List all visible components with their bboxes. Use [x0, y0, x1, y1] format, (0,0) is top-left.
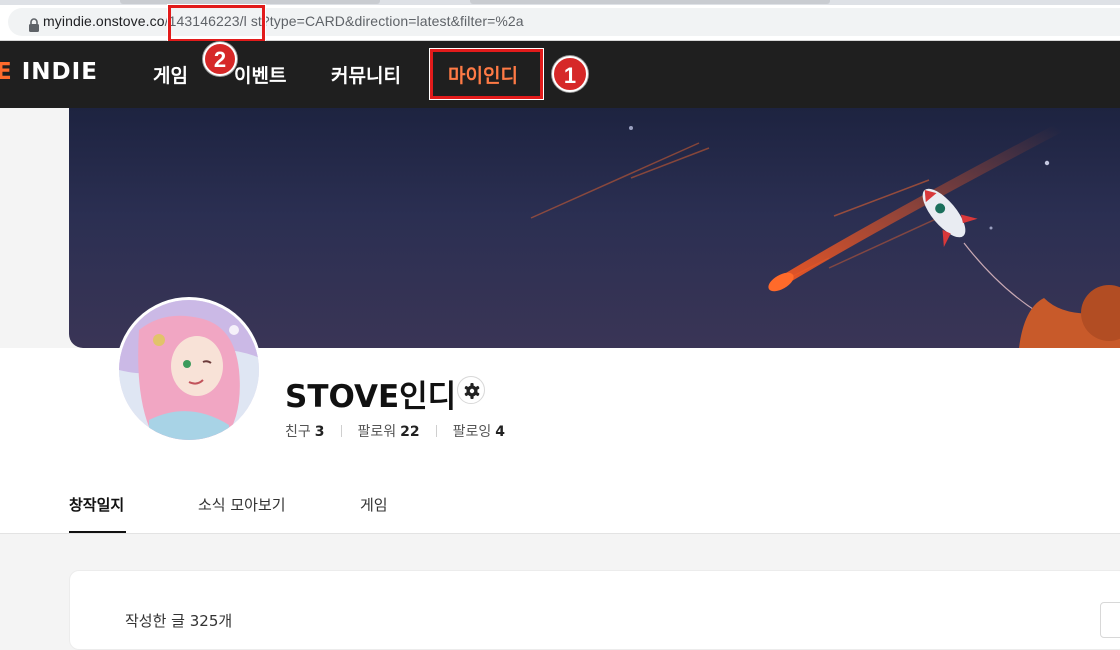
- stat-label: 팔로잉: [452, 424, 492, 440]
- divider: [435, 425, 437, 437]
- profile-stats: 친구 3 팔로워 22 팔로잉 4: [285, 421, 505, 441]
- site-logo[interactable]: E INDIE: [0, 59, 98, 85]
- url-host: myindie.onstove.co: [43, 13, 165, 29]
- lock-icon: [29, 18, 39, 32]
- browser-tab[interactable]: [120, 0, 380, 4]
- avatar-illustration: [119, 300, 259, 440]
- gear-icon: [464, 383, 480, 399]
- profile-name: STOVE인디: [285, 379, 457, 415]
- tab-creation-log[interactable]: 창작일지: [69, 494, 124, 515]
- post-count: 작성한 글 325개: [125, 612, 233, 630]
- nav-community[interactable]: 커뮤니티: [331, 61, 401, 88]
- profile-tabs: 창작일지 소식 모아보기 게임: [0, 480, 1120, 534]
- tab-games[interactable]: 게임: [360, 494, 388, 515]
- tabs-divider: [0, 533, 1120, 534]
- tab-news[interactable]: 소식 모아보기: [198, 494, 286, 515]
- settings-button[interactable]: [457, 376, 485, 404]
- nav-games[interactable]: 게임: [153, 61, 188, 88]
- sort-dropdown[interactable]: [1100, 602, 1120, 638]
- url-text[interactable]: myindie.onstove.co/143146223/l st?type=C…: [43, 13, 524, 29]
- stat-label: 팔로워: [357, 424, 397, 440]
- stat-value: 4: [495, 424, 506, 440]
- divider: [340, 425, 342, 437]
- annotation-badge-1: 1: [552, 56, 588, 92]
- annotation-badge-2: 2: [203, 42, 237, 76]
- nav-my-indie-highlight: [429, 48, 544, 100]
- stat-label: 친구: [285, 424, 311, 440]
- stat-friends[interactable]: 친구 3: [285, 424, 325, 440]
- stat-following[interactable]: 팔로잉 4: [453, 424, 505, 440]
- url-rest: l st?type=CARD&direction=latest&filter=%…: [243, 13, 524, 29]
- browser-tab[interactable]: [470, 0, 830, 4]
- stat-value: 3: [314, 424, 325, 440]
- logo-text: INDIE: [21, 59, 98, 85]
- stat-followers[interactable]: 팔로워 22: [358, 424, 420, 440]
- logo-mark: E: [0, 59, 13, 85]
- stat-value: 22: [400, 424, 420, 440]
- profile-avatar[interactable]: [116, 297, 262, 443]
- nav-events[interactable]: 이벤트: [234, 61, 286, 88]
- url-id-highlight: [167, 4, 266, 43]
